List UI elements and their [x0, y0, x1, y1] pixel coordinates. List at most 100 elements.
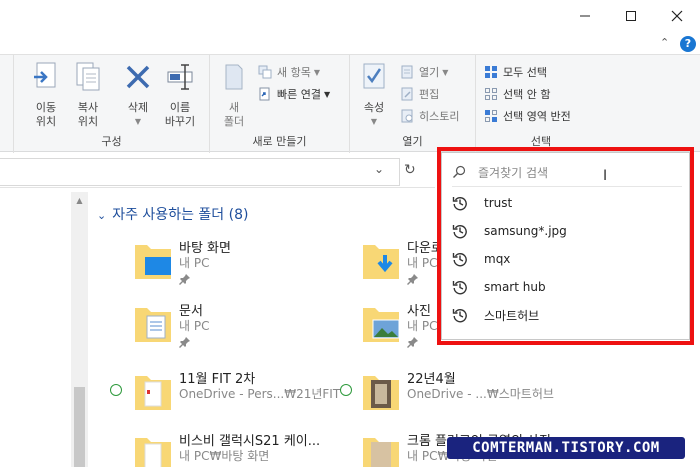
- history-icon: [401, 109, 413, 123]
- folder-location: 내 PC: [407, 256, 438, 270]
- history-button[interactable]: 히스토리: [400, 107, 459, 125]
- pin-icon: [407, 274, 418, 285]
- easy-access-button[interactable]: 빠른 연결 ▼: [258, 85, 330, 103]
- refresh-icon[interactable]: ↻: [404, 162, 416, 178]
- ribbon-group-new: 새 폴더 새 항목 ▼ 빠른 연결 ▼ 새로 만들기: [210, 55, 350, 153]
- select-none-icon: [485, 88, 497, 100]
- invert-selection-button[interactable]: 선택 영역 반전: [484, 107, 571, 125]
- new-item-label: 새 항목: [277, 66, 311, 79]
- scroll-thumb[interactable]: [74, 387, 85, 467]
- new-folder-icon: [225, 64, 243, 90]
- properties-label: 속성: [363, 101, 385, 114]
- folder-item-documents[interactable]: 문서 내 PC: [133, 300, 343, 356]
- downloads-folder-icon: [363, 245, 399, 279]
- close-icon: [671, 10, 683, 22]
- edit-button[interactable]: 편집: [400, 85, 439, 103]
- highlight-annotation-frame: [437, 147, 694, 345]
- maximize-icon: [626, 11, 636, 21]
- rename-button[interactable]: 이름 바꾸기: [160, 61, 200, 129]
- close-button[interactable]: [654, 0, 700, 32]
- folder-item-downloads[interactable]: 다운로 내 PC: [361, 237, 443, 293]
- ribbon-group-organize: 이동 위치 복사 위치 삭제 ▼ 이름 바꾸기 구성: [14, 55, 210, 153]
- delete-x-icon: [126, 65, 150, 89]
- folder-location: 내 PC₩바탕 화면: [179, 449, 270, 463]
- folder-item-desktop[interactable]: 바탕 화면 내 PC: [133, 237, 343, 293]
- easy-access-label: 빠른 연결: [277, 88, 321, 101]
- easy-access-caret-icon: ▼: [323, 89, 331, 99]
- pictures-folder-icon: [363, 308, 400, 342]
- collapse-chevron-icon[interactable]: ⌄: [97, 209, 106, 222]
- pin-icon: [179, 274, 190, 285]
- help-icon[interactable]: ?: [680, 36, 696, 52]
- new-item-icon: [258, 65, 272, 79]
- folder-item-april[interactable]: 22년4월 OneDrive - ...₩스마트허브: [361, 368, 554, 424]
- ribbon-controls: ⌃ ?: [660, 36, 700, 52]
- history-label: 히스토리: [419, 110, 460, 123]
- folder-location: OneDrive - Pers...₩21년FIT: [179, 387, 341, 401]
- pin-icon: [407, 337, 418, 348]
- organize-group-label: 구성: [101, 135, 122, 148]
- title-bar: [0, 0, 700, 32]
- move-to-button[interactable]: 이동 위치: [26, 61, 66, 129]
- delete-dropdown-caret-icon[interactable]: ▼: [118, 115, 158, 129]
- new-folder-button[interactable]: 새 폴더: [214, 61, 254, 129]
- folder-location: 내 PC: [179, 256, 210, 270]
- properties-button[interactable]: 속성 ▼: [354, 61, 394, 129]
- minimize-button[interactable]: [562, 0, 608, 32]
- open-icon: [401, 65, 413, 79]
- edit-label: 편집: [419, 88, 440, 101]
- delete-label: 삭제: [127, 101, 149, 114]
- desktop-folder-icon: [135, 245, 171, 279]
- frequent-folders-header[interactable]: ⌄ 자주 사용하는 폴더 (8): [97, 204, 248, 224]
- address-history-chevron-icon[interactable]: ⌄: [374, 162, 384, 176]
- ribbon: 이동 위치 복사 위치 삭제 ▼ 이름 바꾸기 구성 새 폴더 새 항목 ▼ 빠른…: [0, 54, 700, 153]
- folder-location: 내 PC: [179, 319, 210, 333]
- edit-icon: [401, 87, 413, 101]
- maximize-button[interactable]: [608, 0, 654, 32]
- properties-caret-icon[interactable]: ▼: [354, 115, 394, 129]
- select-all-label: 모두 선택: [503, 66, 547, 79]
- folder-location: OneDrive - ...₩스마트허브: [407, 387, 554, 401]
- new-group-label: 새로 만들기: [252, 135, 307, 148]
- copy-to-button[interactable]: 복사 위치: [68, 61, 108, 129]
- address-row: ⌄ ↻: [0, 156, 435, 188]
- pin-icon: [179, 337, 190, 348]
- open-button[interactable]: 열기 ▼: [400, 63, 448, 81]
- ribbon-group-clipboard-partial: [0, 55, 14, 153]
- watermark: COMTERMAN.TISTORY.COM: [447, 437, 685, 459]
- select-none-button[interactable]: 선택 안 함: [484, 85, 550, 103]
- documents-folder-icon: [135, 308, 171, 342]
- folder-item-case[interactable]: 비스비 갤럭시S21 케이... 내 PC₩바탕 화면: [133, 430, 343, 467]
- folder-item-pictures[interactable]: 사진 내 PC: [361, 300, 437, 356]
- copy-to-label: 복사 위치: [77, 101, 99, 128]
- properties-icon: [363, 63, 385, 89]
- folder-item-chrome[interactable]: 크롬 플러그인 구역의 사진 내 PC₩바탕 화면: [361, 430, 551, 467]
- ribbon-group-select: 모두 선택 선택 안 함 선택 영역 반전 선택: [476, 55, 606, 153]
- select-all-button[interactable]: 모두 선택: [484, 63, 547, 81]
- vertical-scrollbar[interactable]: ▲: [71, 192, 88, 467]
- select-all-icon: [485, 66, 497, 78]
- sync-ok-icon: [340, 384, 352, 396]
- rename-label: 이름 바꾸기: [164, 101, 196, 128]
- folder-location: 내 PC: [407, 319, 438, 333]
- copy-to-icon: [76, 62, 100, 91]
- new-item-button[interactable]: 새 항목 ▼: [258, 63, 320, 81]
- chrome-folder-icon: [363, 438, 399, 467]
- folder-item-fit[interactable]: 11월 FIT 2차 OneDrive - Pers...₩21년FIT: [133, 368, 343, 424]
- sync-ok-icon: [110, 384, 122, 396]
- invert-selection-label: 선택 영역 반전: [503, 110, 571, 123]
- move-to-label: 이동 위치: [35, 101, 57, 128]
- open-label: 열기: [419, 66, 440, 79]
- scroll-up-arrow-icon[interactable]: ▲: [71, 196, 88, 205]
- april-folder-icon: [363, 376, 399, 410]
- collapse-ribbon-chevron-icon[interactable]: ⌃: [660, 36, 669, 49]
- fit-folder-icon: [135, 376, 171, 410]
- move-to-icon: [34, 62, 56, 88]
- new-folder-label: 새 폴더: [223, 101, 245, 128]
- case-folder-icon: [135, 438, 171, 467]
- delete-button[interactable]: 삭제 ▼: [118, 61, 158, 129]
- easy-access-icon: [259, 87, 270, 101]
- address-bar[interactable]: [0, 158, 400, 186]
- ribbon-group-open: 속성 ▼ 열기 ▼ 편집 히스토리 열기: [350, 55, 476, 153]
- open-caret-icon: ▼: [442, 67, 449, 77]
